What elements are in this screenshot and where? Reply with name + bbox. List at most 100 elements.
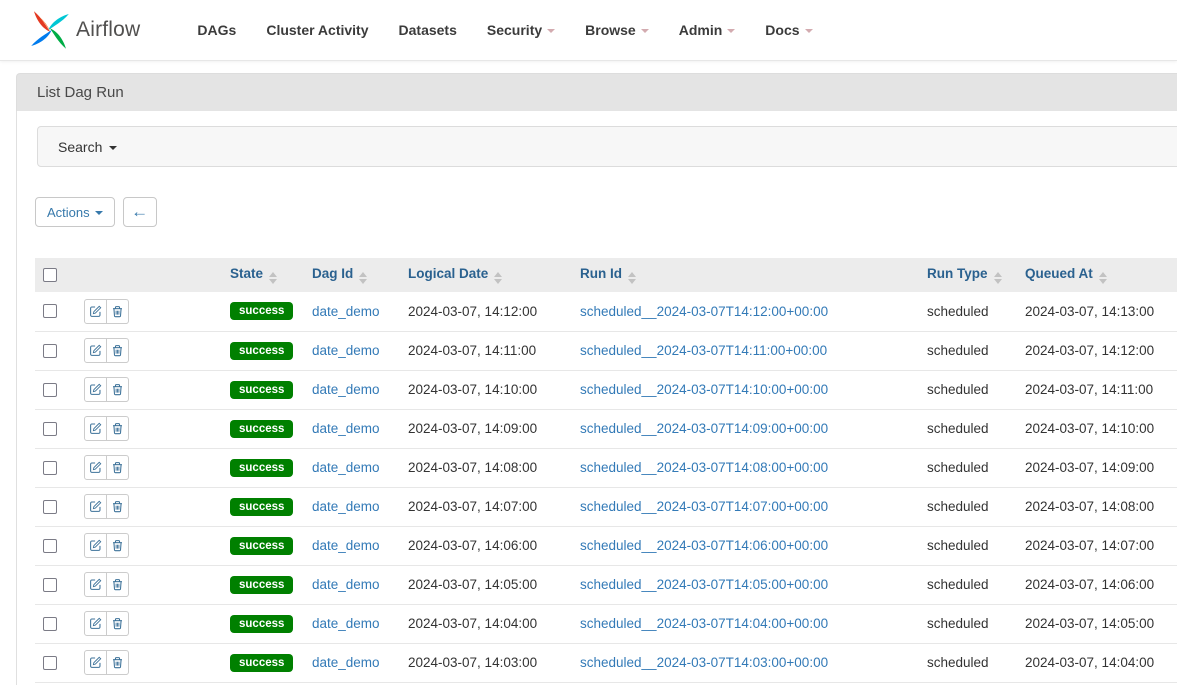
delete-record-button[interactable] bbox=[106, 650, 129, 675]
delete-record-button[interactable] bbox=[106, 299, 129, 324]
actions-dropdown-button[interactable]: Actions bbox=[35, 197, 115, 227]
row-select-checkbox[interactable] bbox=[43, 344, 57, 358]
trash-icon bbox=[111, 539, 124, 552]
queued-at-cell: 2024-03-07, 14:08:00 bbox=[1017, 487, 1177, 526]
dag-id-link[interactable]: date_demo bbox=[312, 421, 380, 436]
row-select-checkbox[interactable] bbox=[43, 461, 57, 475]
dag-id-link[interactable]: date_demo bbox=[312, 304, 380, 319]
edit-record-button[interactable] bbox=[84, 377, 107, 402]
logical-date-cell: 2024-03-07, 14:06:00 bbox=[400, 526, 572, 565]
delete-record-button[interactable] bbox=[106, 377, 129, 402]
edit-record-button[interactable] bbox=[84, 533, 107, 558]
run-id-link[interactable]: scheduled__2024-03-07T14:06:00+00:00 bbox=[580, 538, 828, 553]
dag-id-link[interactable]: date_demo bbox=[312, 499, 380, 514]
delete-record-button[interactable] bbox=[106, 416, 129, 441]
table-row: success date_demo 2024-03-07, 14:06:00 s… bbox=[35, 526, 1177, 565]
run-id-link[interactable]: scheduled__2024-03-07T14:12:00+00:00 bbox=[580, 304, 828, 319]
edit-record-button[interactable] bbox=[84, 494, 107, 519]
table-row: success date_demo 2024-03-07, 14:08:00 s… bbox=[35, 448, 1177, 487]
column-header-logical-date[interactable]: Logical Date bbox=[400, 258, 572, 292]
dag-id-link[interactable]: date_demo bbox=[312, 382, 380, 397]
select-all-checkbox[interactable] bbox=[43, 268, 57, 282]
edit-record-button[interactable] bbox=[84, 416, 107, 441]
row-select-checkbox[interactable] bbox=[43, 304, 57, 318]
table-row: success date_demo 2024-03-07, 14:05:00 s… bbox=[35, 565, 1177, 604]
edit-record-button[interactable] bbox=[84, 338, 107, 363]
run-id-link[interactable]: scheduled__2024-03-07T14:03:00+00:00 bbox=[580, 655, 828, 670]
nav-item-cluster-activity[interactable]: Cluster Activity bbox=[251, 12, 383, 48]
status-badge: success bbox=[230, 381, 293, 399]
delete-record-button[interactable] bbox=[106, 494, 129, 519]
run-id-link[interactable]: scheduled__2024-03-07T14:09:00+00:00 bbox=[580, 421, 828, 436]
dag-id-link[interactable]: date_demo bbox=[312, 616, 380, 631]
delete-record-button[interactable] bbox=[106, 533, 129, 558]
trash-icon bbox=[111, 656, 124, 669]
row-select-checkbox[interactable] bbox=[43, 539, 57, 553]
column-header-run-type[interactable]: Run Type bbox=[919, 258, 1017, 292]
delete-record-button[interactable] bbox=[106, 338, 129, 363]
sort-icon[interactable] bbox=[359, 272, 367, 284]
nav-item-docs[interactable]: Docs bbox=[750, 12, 827, 48]
dag-id-link[interactable]: date_demo bbox=[312, 577, 380, 592]
edit-record-button[interactable] bbox=[84, 650, 107, 675]
row-select-checkbox[interactable] bbox=[43, 383, 57, 397]
nav-item-security[interactable]: Security bbox=[472, 12, 570, 48]
actions-label: Actions bbox=[47, 205, 90, 220]
sort-icon[interactable] bbox=[628, 272, 636, 284]
run-type-cell: scheduled bbox=[919, 331, 1017, 370]
nav-item-datasets[interactable]: Datasets bbox=[384, 12, 472, 48]
row-select-checkbox[interactable] bbox=[43, 617, 57, 631]
column-header-dag-id[interactable]: Dag Id bbox=[304, 258, 400, 292]
dag-id-link[interactable]: date_demo bbox=[312, 655, 380, 670]
run-id-link[interactable]: scheduled__2024-03-07T14:05:00+00:00 bbox=[580, 577, 828, 592]
row-select-checkbox[interactable] bbox=[43, 500, 57, 514]
run-id-link[interactable]: scheduled__2024-03-07T14:08:00+00:00 bbox=[580, 460, 828, 475]
sort-icon[interactable] bbox=[1099, 272, 1107, 284]
chevron-down-icon bbox=[727, 29, 735, 33]
run-type-cell: scheduled bbox=[919, 448, 1017, 487]
dag-id-link[interactable]: date_demo bbox=[312, 343, 380, 358]
run-id-link[interactable]: scheduled__2024-03-07T14:10:00+00:00 bbox=[580, 382, 828, 397]
chevron-down-icon bbox=[641, 29, 649, 33]
nav-item-browse[interactable]: Browse bbox=[570, 12, 664, 48]
nav-item-admin[interactable]: Admin bbox=[664, 12, 751, 48]
delete-record-button[interactable] bbox=[106, 455, 129, 480]
status-badge: success bbox=[230, 302, 293, 320]
dag-id-link[interactable]: date_demo bbox=[312, 460, 380, 475]
row-actions bbox=[84, 299, 129, 324]
back-button[interactable]: ← bbox=[123, 197, 157, 227]
edit-record-button[interactable] bbox=[84, 299, 107, 324]
search-dropdown[interactable]: Search bbox=[37, 126, 1177, 167]
row-select-checkbox[interactable] bbox=[43, 422, 57, 436]
brand-name: Airflow bbox=[76, 18, 140, 42]
column-header-queued-at[interactable]: Queued At bbox=[1017, 258, 1177, 292]
sort-icon[interactable] bbox=[494, 272, 502, 284]
sort-icon[interactable] bbox=[994, 272, 1002, 284]
delete-record-button[interactable] bbox=[106, 572, 129, 597]
run-id-link[interactable]: scheduled__2024-03-07T14:04:00+00:00 bbox=[580, 616, 828, 631]
delete-record-button[interactable] bbox=[106, 611, 129, 636]
airflow-brand[interactable]: Airflow bbox=[30, 10, 140, 50]
run-id-link[interactable]: scheduled__2024-03-07T14:07:00+00:00 bbox=[580, 499, 828, 514]
status-badge: success bbox=[230, 576, 293, 594]
logical-date-cell: 2024-03-07, 14:10:00 bbox=[400, 370, 572, 409]
sort-icon[interactable] bbox=[269, 272, 277, 284]
table-row: success date_demo 2024-03-07, 14:07:00 s… bbox=[35, 487, 1177, 526]
row-select-checkbox[interactable] bbox=[43, 656, 57, 670]
edit-icon bbox=[89, 305, 102, 318]
edit-record-button[interactable] bbox=[84, 455, 107, 480]
column-header-run-id[interactable]: Run Id bbox=[572, 258, 919, 292]
edit-record-button[interactable] bbox=[84, 572, 107, 597]
status-badge: success bbox=[230, 420, 293, 438]
airflow-pinwheel-icon bbox=[30, 10, 70, 50]
run-type-cell: scheduled bbox=[919, 526, 1017, 565]
dag-id-link[interactable]: date_demo bbox=[312, 538, 380, 553]
edit-icon bbox=[89, 422, 102, 435]
navbar: Airflow DAGsCluster ActivityDatasetsSecu… bbox=[0, 0, 1177, 61]
run-id-link[interactable]: scheduled__2024-03-07T14:11:00+00:00 bbox=[580, 343, 827, 358]
run-type-cell: scheduled bbox=[919, 487, 1017, 526]
edit-record-button[interactable] bbox=[84, 611, 107, 636]
row-select-checkbox[interactable] bbox=[43, 578, 57, 592]
column-header-state[interactable]: State bbox=[222, 258, 304, 292]
nav-item-dags[interactable]: DAGs bbox=[182, 12, 251, 48]
